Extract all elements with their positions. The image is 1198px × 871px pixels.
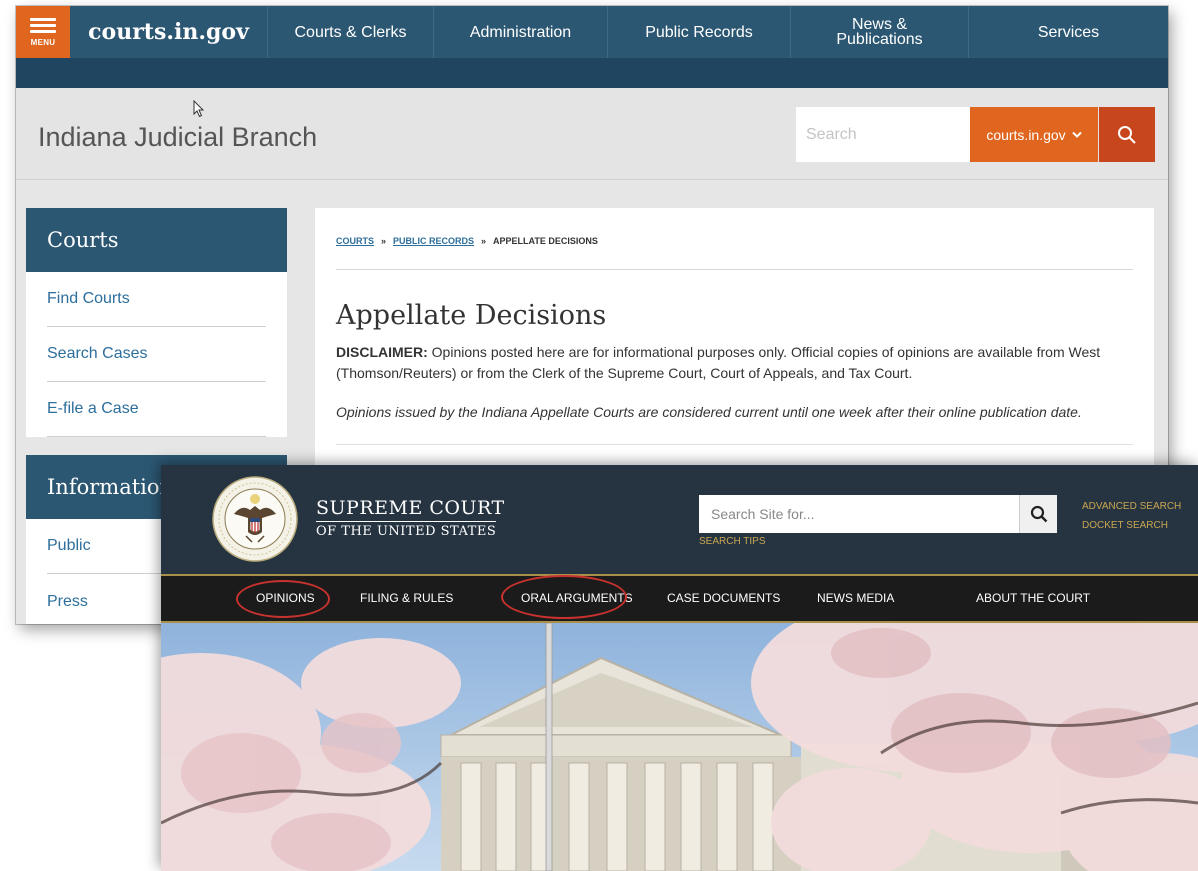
nav-news-media[interactable]: NEWS MEDIA xyxy=(817,591,894,605)
sidebar-item-e-file[interactable]: E-file a Case xyxy=(47,382,266,437)
sidebar-heading-courts: Courts xyxy=(26,208,287,272)
menu-label: MENU xyxy=(30,37,56,47)
hamburger-menu-icon xyxy=(30,17,56,21)
indiana-top-nav: MENU courts.in.gov Courts & Clerks Admin… xyxy=(16,6,1168,58)
divider xyxy=(336,269,1133,270)
menu-button[interactable]: MENU xyxy=(16,6,70,58)
breadcrumb-separator: » xyxy=(481,236,487,246)
highlight-circle-oral-arguments xyxy=(501,575,627,619)
nav-filing-rules[interactable]: FILING & RULES xyxy=(360,591,453,605)
search-input[interactable] xyxy=(796,107,970,162)
sidebar-item-find-courts[interactable]: Find Courts xyxy=(47,272,266,327)
divider xyxy=(336,444,1133,445)
highlight-circle-opinions xyxy=(236,580,330,618)
nav-courts-clerks[interactable]: Courts & Clerks xyxy=(268,6,434,58)
nav-case-documents[interactable]: CASE DOCUMENTS xyxy=(667,591,780,605)
nav-public-records[interactable]: Public Records xyxy=(608,6,791,58)
nav-subbar xyxy=(16,58,1168,88)
scotus-search-input[interactable] xyxy=(699,495,1019,533)
supreme-court-building-photo xyxy=(161,623,1198,871)
scotus-search-button[interactable] xyxy=(1019,495,1057,533)
search-button[interactable] xyxy=(1099,107,1155,162)
nav-news-publications[interactable]: News & Publications xyxy=(791,6,969,58)
nav-about-the-court[interactable]: ABOUT THE COURT xyxy=(976,591,1090,605)
search-tips-link[interactable]: SEARCH TIPS xyxy=(699,536,766,547)
search-icon xyxy=(1118,125,1136,144)
nav-administration[interactable]: Administration xyxy=(434,6,608,58)
scotus-title[interactable]: SUPREME COURT xyxy=(316,497,505,519)
disclaimer: DISCLAIMER: Opinions posted here are for… xyxy=(336,342,1126,384)
breadcrumb-current: APPELLATE DECISIONS xyxy=(493,236,598,246)
breadcrumb: COURTS » PUBLIC RECORDS » APPELLATE DECI… xyxy=(336,236,598,246)
scotus-subtitle[interactable]: OF THE UNITED STATES xyxy=(316,521,497,539)
scotus-header: SUPREME COURT OF THE UNITED STATES SEARC… xyxy=(161,465,1198,574)
advanced-search-link[interactable]: ADVANCED SEARCH xyxy=(1082,501,1181,512)
search-scope-dropdown[interactable]: courts.in.gov xyxy=(970,107,1098,162)
supreme-court-window: SUPREME COURT OF THE UNITED STATES SEARC… xyxy=(161,465,1198,871)
search-icon xyxy=(1030,505,1047,523)
disclaimer-text: Opinions posted here are for information… xyxy=(336,344,1101,381)
nav-services[interactable]: Services xyxy=(969,6,1168,58)
breadcrumb-separator: » xyxy=(381,236,387,246)
site-header: Indiana Judicial Branch courts.in.gov xyxy=(16,88,1168,180)
breadcrumb-public-records[interactable]: PUBLIC RECORDS xyxy=(393,236,474,246)
currency-note: Opinions issued by the Indiana Appellate… xyxy=(336,404,1082,420)
site-title: Indiana Judicial Branch xyxy=(38,122,318,152)
hamburger-menu-icon-bar xyxy=(30,29,56,33)
hamburger-menu-icon-bar xyxy=(30,23,56,27)
court-seal-icon[interactable] xyxy=(212,476,298,562)
breadcrumb-courts[interactable]: COURTS xyxy=(336,236,374,246)
disclaimer-label: DISCLAIMER: xyxy=(336,344,428,360)
sidebar-item-search-cases[interactable]: Search Cases xyxy=(47,327,266,382)
site-logo[interactable]: courts.in.gov xyxy=(70,6,268,58)
chevron-down-icon xyxy=(1071,131,1082,138)
scotus-main-nav: OPINIONS FILING & RULES ORAL ARGUMENTS C… xyxy=(161,575,1198,621)
search-scope-label: courts.in.gov xyxy=(986,126,1066,143)
docket-search-link[interactable]: DOCKET SEARCH xyxy=(1082,520,1168,531)
mouse-cursor-icon xyxy=(193,100,205,118)
page-title: Appellate Decisions xyxy=(336,300,607,331)
sidebar-gap xyxy=(26,437,287,455)
